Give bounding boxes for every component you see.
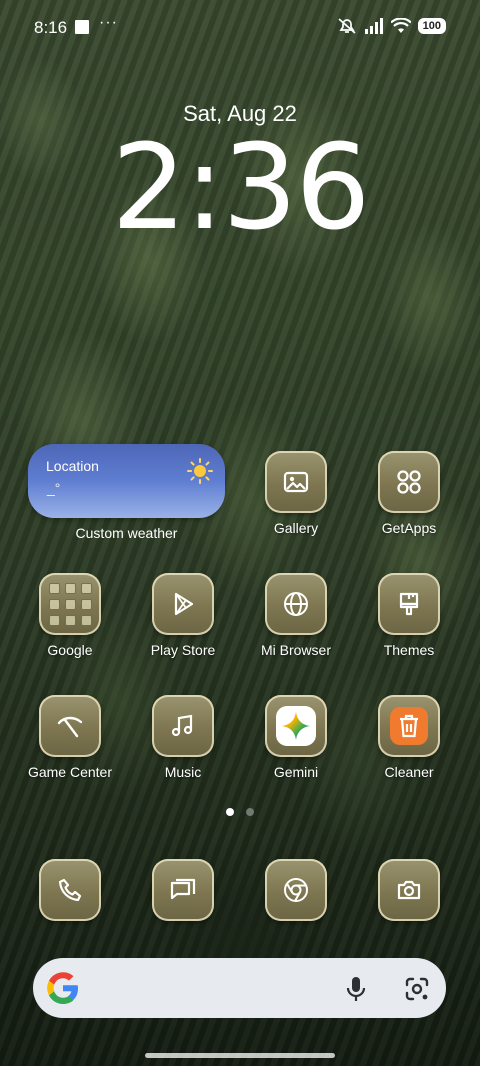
- more-notifications-icon: ···: [99, 14, 118, 31]
- app-label: GetApps: [381, 520, 437, 536]
- notification-square-icon: [75, 20, 89, 34]
- app-play-store[interactable]: Play Store: [133, 573, 233, 673]
- status-icons: 100: [337, 17, 446, 35]
- globe-icon: [265, 573, 327, 635]
- chrome-icon: [265, 859, 327, 921]
- folder-app-icon: [48, 614, 60, 626]
- weather-widget[interactable]: Location _°: [28, 444, 225, 518]
- gallery-icon: [265, 451, 327, 513]
- app-getapps[interactable]: GetApps: [359, 451, 459, 551]
- folder-google[interactable]: Google: [20, 573, 120, 673]
- app-gemini[interactable]: Gemini: [246, 695, 346, 795]
- folder-app-icon: [48, 582, 60, 594]
- folder-app-icon: [64, 614, 76, 626]
- gemini-tile: [276, 706, 316, 746]
- google-lens-icon[interactable]: [403, 975, 431, 1003]
- weather-temperature: _°: [47, 480, 61, 496]
- sun-icon: [187, 458, 213, 484]
- app-label: Google: [47, 642, 93, 658]
- page-indicator: [0, 808, 480, 816]
- app-label: Gemini: [273, 764, 319, 780]
- music-note-icon: [152, 695, 214, 757]
- home-indicator[interactable]: [145, 1053, 335, 1058]
- folder-app-icon: [64, 598, 76, 610]
- status-time: 8:16: [34, 18, 68, 37]
- folder-app-icon: [80, 582, 92, 594]
- app-label: Game Center: [27, 764, 113, 780]
- app-label: Cleaner: [384, 764, 434, 780]
- google-search-bar[interactable]: [33, 958, 446, 1018]
- app-label: Gallery: [273, 520, 319, 536]
- status-bar: 8:16 ··· 100: [0, 0, 480, 56]
- google-folder-icon: [39, 573, 101, 635]
- app-label: Mi Browser: [260, 642, 331, 658]
- app-gallery[interactable]: Gallery: [246, 451, 346, 551]
- trash-icon: [378, 695, 440, 757]
- weather-widget-label: Custom weather: [75, 525, 178, 541]
- app-music[interactable]: Music: [133, 695, 233, 795]
- page-dot[interactable]: [246, 808, 254, 816]
- dock-phone[interactable]: [20, 859, 120, 959]
- mute-bell-icon: [338, 18, 356, 34]
- wifi-icon: [390, 18, 411, 33]
- app-themes[interactable]: Themes: [359, 573, 459, 673]
- app-label: Themes: [383, 642, 435, 658]
- app-label: Play Store: [150, 642, 216, 658]
- dock-messages[interactable]: [133, 859, 233, 959]
- app-cleaner[interactable]: Cleaner: [359, 695, 459, 795]
- phone-icon: [39, 859, 101, 921]
- page-dot-active[interactable]: [226, 808, 234, 816]
- gemini-icon: [265, 695, 327, 757]
- weather-location: Location: [46, 458, 99, 474]
- folder-app-icon: [80, 614, 92, 626]
- app-label: Music: [164, 764, 202, 780]
- paintbrush-icon: [378, 573, 440, 635]
- google-g-icon[interactable]: [45, 970, 81, 1006]
- dock-chrome[interactable]: [246, 859, 346, 959]
- battery-indicator: 100: [417, 18, 446, 34]
- cleaner-tile: [390, 707, 428, 745]
- folder-app-icon: [80, 598, 92, 610]
- clock-text[interactable]: 2:36: [0, 128, 480, 246]
- dock-camera[interactable]: [359, 859, 459, 959]
- app-game-center[interactable]: Game Center: [20, 695, 120, 795]
- app-mi-browser[interactable]: Mi Browser: [246, 573, 346, 673]
- play-store-icon: [152, 573, 214, 635]
- signal-icon: [364, 18, 383, 34]
- game-center-icon: [39, 695, 101, 757]
- messages-icon: [152, 859, 214, 921]
- camera-icon: [378, 859, 440, 921]
- microphone-icon[interactable]: [344, 975, 368, 1003]
- getapps-icon: [378, 451, 440, 513]
- folder-app-icon: [48, 598, 60, 610]
- folder-app-icon: [64, 582, 76, 594]
